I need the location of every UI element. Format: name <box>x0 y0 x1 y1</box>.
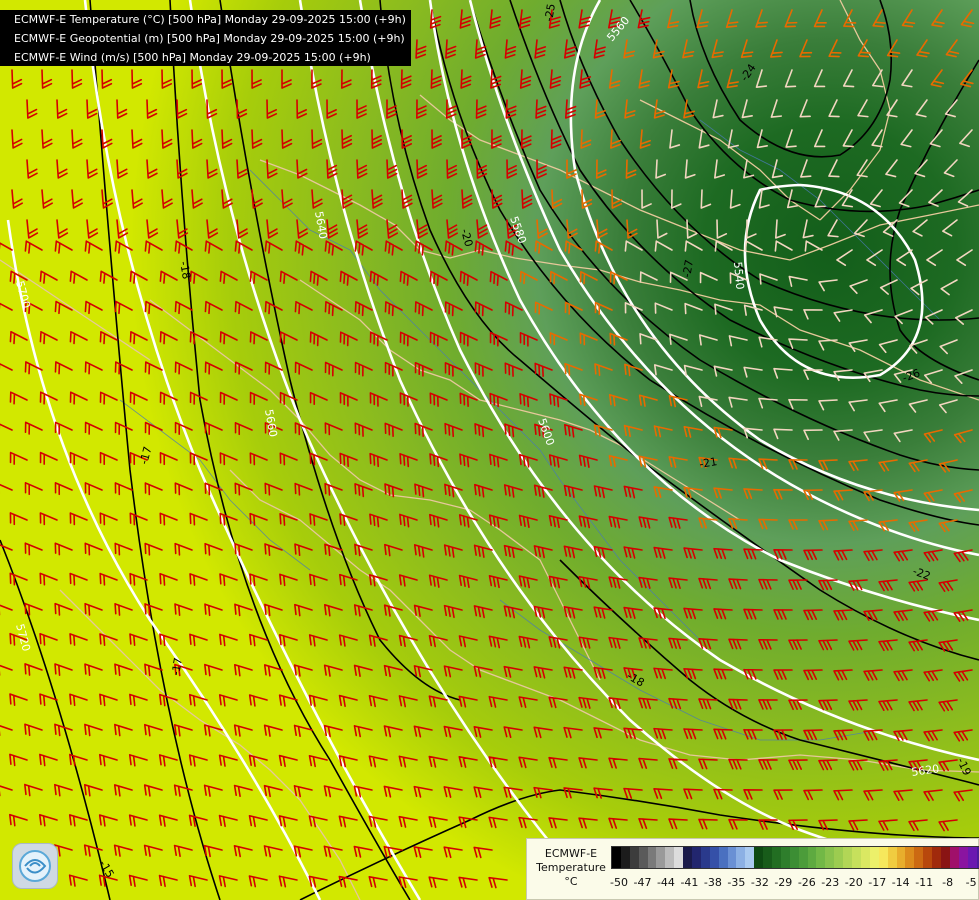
legend-tick-label: -26 <box>797 876 816 889</box>
legend-swatch <box>692 847 701 868</box>
legend-tick-label: -11 <box>915 876 934 889</box>
legend-swatch <box>709 847 719 868</box>
legend-swatch <box>638 847 648 868</box>
ecmwf-logo-icon <box>12 843 58 889</box>
title-geopotential: ECMWF-E Geopotential (m) [500 hPa] Monda… <box>14 32 405 45</box>
legend-swatch <box>958 847 968 868</box>
legend-swatch <box>923 847 933 868</box>
legend-tick-label: -35 <box>727 876 746 889</box>
legend-swatch <box>905 847 915 868</box>
legend-swatch <box>789 847 799 868</box>
legend-tick-label: -29 <box>774 876 793 889</box>
legend-swatch <box>620 847 630 868</box>
legend-swatch <box>700 847 710 868</box>
legend-tick-label: -17 <box>868 876 887 889</box>
legend-swatch <box>718 847 728 868</box>
legend-tick-label: -41 <box>680 876 699 889</box>
legend-tick-label: -47 <box>633 876 652 889</box>
legend-tick-label: -38 <box>703 876 722 889</box>
legend-swatch <box>612 847 621 868</box>
legend-swatch <box>763 847 773 868</box>
legend-swatch <box>869 847 879 868</box>
legend-swatch <box>629 847 639 868</box>
legend-swatch <box>727 847 737 868</box>
legend-swatch <box>656 847 666 868</box>
legend-swatch <box>736 847 746 868</box>
legend-tick-label: -14 <box>891 876 910 889</box>
map-viewer: -25 -20 -18 -17 -17 -21 -27 -26 -24 -22 … <box>0 0 979 900</box>
geopotential-label: 5540 <box>731 261 746 290</box>
legend-swatch <box>940 847 950 868</box>
legend-swatch <box>834 847 844 868</box>
legend-swatch <box>914 847 924 868</box>
legend-swatch <box>683 847 693 868</box>
legend-swatch <box>772 847 781 868</box>
legend-swatch <box>665 847 675 868</box>
temperature-legend: ECMWF-E Temperature °C -50 -47 -44 -41 -38 -3… <box>526 838 979 900</box>
legend-swatch <box>674 847 684 868</box>
legend-swatch <box>825 847 835 868</box>
legend-swatch <box>647 847 657 868</box>
title-temperature: ECMWF-E Temperature (°C) [500 hPa] Monda… <box>14 13 406 26</box>
legend-title: ECMWF-E Temperature °C <box>531 847 611 889</box>
legend-swatch <box>745 847 755 868</box>
map-title-panel: ECMWF-E Temperature (°C) [500 hPa] Monda… <box>0 10 411 66</box>
title-wind: ECMWF-E Wind (m/s) [500 hPa] Monday 29-0… <box>14 51 371 64</box>
legend-swatch <box>843 847 853 868</box>
legend-tick-label: -44 <box>656 876 675 889</box>
legend-tick-label: -8 <box>942 876 954 889</box>
legend-title-variable: Temperature <box>536 861 606 874</box>
legend-swatch <box>887 847 897 868</box>
legend-swatch <box>754 847 764 868</box>
legend-tick-label: -50 <box>610 876 628 889</box>
legend-swatch <box>949 847 959 868</box>
legend-swatch <box>896 847 906 868</box>
legend-swatch <box>860 847 870 868</box>
legend-swatch <box>852 847 861 868</box>
legend-swatch <box>816 847 826 868</box>
legend-swatch <box>798 847 808 868</box>
legend-tick-label: -23 <box>821 876 840 889</box>
legend-tick-label: -5 <box>965 876 977 889</box>
legend-unit: °C <box>564 875 578 888</box>
legend-swatch <box>807 847 817 868</box>
weather-map[interactable]: -25 -20 -18 -17 -17 -21 -27 -26 -24 -22 … <box>0 0 979 900</box>
legend-swatch <box>932 847 941 868</box>
legend-swatch <box>878 847 888 868</box>
legend-colorbar <box>611 846 979 869</box>
legend-tick-label: -32 <box>750 876 769 889</box>
legend-swatch <box>967 847 977 868</box>
legend-swatch <box>780 847 790 868</box>
legend-tick-label: -20 <box>844 876 863 889</box>
legend-title-model: ECMWF-E <box>544 847 598 860</box>
